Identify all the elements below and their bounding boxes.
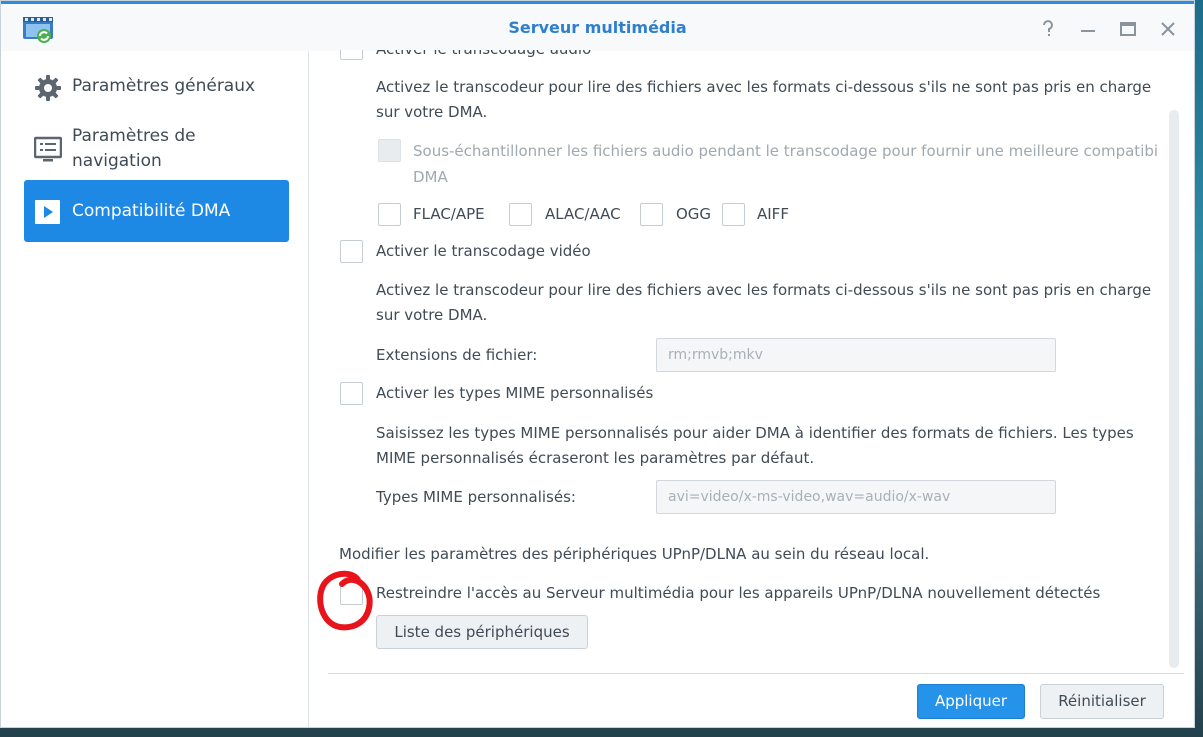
audio-transcode-description-cont: sur votre DMA.	[376, 103, 488, 121]
reset-button[interactable]: Réinitialiser	[1040, 684, 1164, 719]
format-flac-ape-checkbox[interactable]	[378, 203, 401, 226]
custom-mime-label: Activer les types MIME personnalisés	[376, 384, 654, 402]
close-icon[interactable]	[1158, 19, 1178, 39]
downsample-audio-label-cont: DMA	[413, 168, 448, 186]
format-ogg-label: OGG	[676, 205, 712, 223]
sidebar-item-label: Paramètres de navigation	[72, 126, 196, 171]
custom-mime-description-cont: MIME personnalisés écraseront les paramè…	[376, 449, 815, 467]
custom-mime-field-label: Types MIME personnalisés:	[376, 488, 576, 506]
format-flac-ape-label: FLAC/APE	[413, 205, 485, 223]
content-scrollbar[interactable]	[1169, 110, 1179, 668]
sidebar-item-label: Compatibilité DMA	[72, 201, 231, 221]
audio-transcode-checkbox[interactable]	[340, 50, 363, 60]
custom-mime-checkbox[interactable]	[340, 382, 363, 405]
gear-icon	[34, 74, 62, 106]
format-ogg-checkbox[interactable]	[640, 203, 663, 226]
red-annotation-circle	[317, 570, 373, 631]
file-extensions-label: Extensions de fichier:	[376, 346, 538, 364]
sidebar-item-browse-settings[interactable]: Paramètres de navigation	[24, 119, 289, 179]
downsample-audio-checkbox[interactable]	[378, 139, 401, 162]
sidebar-item-dma-compatibility[interactable]: Compatibilité DMA	[24, 180, 289, 242]
video-transcode-description: Activez le transcodeur pour lire des fic…	[376, 281, 1152, 299]
video-transcode-label: Activer le transcodage vidéo	[376, 242, 591, 260]
minimize-icon[interactable]	[1078, 19, 1098, 39]
upnp-note: Modifier les paramètres des périphérique…	[339, 545, 930, 563]
monitor-list-icon	[33, 135, 63, 167]
audio-transcode-description: Activez le transcodeur pour lire des fic…	[376, 78, 1152, 96]
sidebar-item-general-settings[interactable]: Paramètres généraux	[24, 64, 289, 110]
custom-mime-input[interactable]: avi=video/x-ms-video,wav=audio/x-wav	[656, 480, 1056, 514]
downsample-audio-label: Sous-échantillonner les fichiers audio p…	[413, 142, 1159, 160]
footer-divider	[328, 673, 1184, 674]
format-aiff-label: AIFF	[757, 205, 789, 223]
custom-mime-description: Saisissez les types MIME personnalisés p…	[376, 424, 1134, 442]
file-extensions-input[interactable]: rm;rmvb;mkv	[656, 338, 1056, 372]
format-aiff-checkbox[interactable]	[722, 203, 745, 226]
apply-button[interactable]: Appliquer	[917, 684, 1025, 719]
format-alac-aac-label: ALAC/AAC	[545, 205, 621, 223]
window-title: Serveur multimédia	[508, 18, 687, 37]
maximize-icon[interactable]	[1118, 19, 1138, 39]
play-icon	[34, 199, 62, 229]
help-icon[interactable]	[1038, 19, 1058, 39]
audio-transcode-label: Activer le transcodage audio	[376, 50, 591, 62]
format-alac-aac-checkbox[interactable]	[509, 203, 532, 226]
device-list-button[interactable]: Liste des périphériques	[376, 615, 588, 649]
sidebar-item-label: Paramètres généraux	[72, 76, 256, 96]
restrict-access-label: Restreindre l'accès au Serveur multimédi…	[376, 584, 1101, 602]
video-transcode-description-cont: sur votre DMA.	[376, 306, 488, 324]
video-transcode-checkbox[interactable]	[340, 240, 363, 263]
title-bar[interactable]: Serveur multimédia	[1, 1, 1194, 51]
settings-sidebar: Paramètres généraux Paramètres de naviga…	[1, 51, 309, 727]
